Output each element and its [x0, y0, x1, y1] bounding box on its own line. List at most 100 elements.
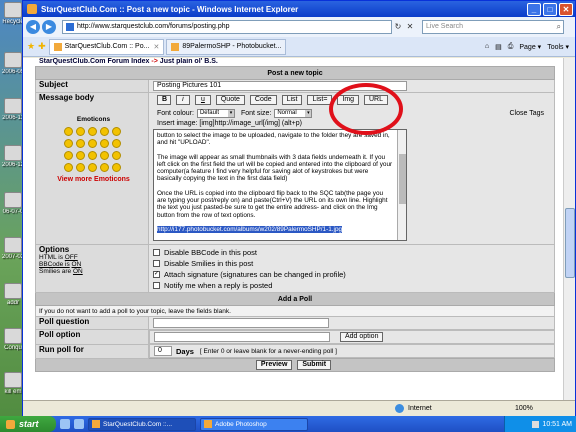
- home-icon[interactable]: ⌂: [485, 43, 489, 50]
- smiley-icon[interactable]: [87, 163, 97, 172]
- smiley-icon[interactable]: [63, 127, 73, 136]
- smiley-icon[interactable]: [111, 127, 121, 136]
- option-attach-signature[interactable]: ✓ Attach signature (signatures can be cha…: [153, 269, 550, 280]
- checkbox[interactable]: [153, 282, 160, 290]
- textarea-scrollbar[interactable]: [397, 130, 406, 240]
- code-button[interactable]: Code: [249, 95, 277, 105]
- smiley-icon[interactable]: [75, 151, 85, 160]
- html-status-value[interactable]: OFF: [65, 254, 78, 261]
- bold-button[interactable]: B: [157, 95, 171, 105]
- bbcode-status-value[interactable]: ON: [72, 261, 82, 268]
- photoshop-icon: [204, 420, 212, 428]
- emoticons-label: Emoticons: [76, 116, 111, 123]
- tab-photobucket[interactable]: 89PalermoSHP - Photobucket...: [166, 38, 287, 55]
- smiley-icon[interactable]: [111, 163, 121, 172]
- quicklaunch-desktop-icon[interactable]: [74, 419, 84, 429]
- list-button[interactable]: List: [281, 95, 303, 105]
- days-label: Days: [176, 346, 194, 356]
- close-tags-link[interactable]: Close Tags: [509, 110, 544, 117]
- font-colour-label: Font colour:: [157, 109, 194, 117]
- font-colour-select[interactable]: Default ▾: [196, 108, 235, 118]
- forward-button[interactable]: ▶: [42, 20, 56, 34]
- favorites-star-icon[interactable]: ★: [27, 41, 35, 52]
- smiley-icon[interactable]: [99, 163, 109, 172]
- smiley-icon[interactable]: [75, 163, 85, 172]
- print-icon[interactable]: ⎙: [508, 43, 514, 51]
- smiley-icon[interactable]: [99, 151, 109, 160]
- file-icon: [4, 372, 22, 388]
- message-paragraph: The image will appear as small thumbnail…: [157, 153, 393, 183]
- quicklaunch-ie-icon[interactable]: [60, 419, 70, 429]
- page-icon: [66, 23, 74, 31]
- taskbar-item-ie[interactable]: StarQuestClub.Com ::...: [88, 417, 196, 431]
- tools-menu[interactable]: Tools ▾: [547, 43, 569, 51]
- italic-button[interactable]: i: [175, 95, 190, 105]
- poll-question-input[interactable]: [153, 318, 329, 328]
- font-size-select[interactable]: Normal ▾: [274, 108, 313, 118]
- add-option-button[interactable]: Add option: [340, 332, 384, 342]
- search-input[interactable]: Live Search ⌕: [422, 20, 564, 34]
- smiley-icon[interactable]: [63, 151, 73, 160]
- page-scrollbar[interactable]: [563, 58, 575, 400]
- smiley-icon[interactable]: [87, 151, 97, 160]
- forum-page: StarQuestClub.Com Forum Index -> Just pl…: [35, 58, 555, 372]
- window-title: StarQuestClub.Com :: Post a new topic - …: [41, 4, 299, 14]
- option-disable-smilies[interactable]: Disable Smilies in this post: [153, 258, 550, 269]
- taskbar: start StarQuestClub.Com ::... Adobe Phot…: [0, 416, 576, 432]
- underline-button[interactable]: u: [194, 95, 211, 105]
- option-disable-bbcode[interactable]: Disable BBCode in this post: [153, 247, 550, 258]
- add-favorites-icon[interactable]: ✚: [38, 41, 46, 52]
- zoom-level[interactable]: 100%: [515, 405, 575, 412]
- page-menu[interactable]: Page ▾: [519, 43, 541, 51]
- clock[interactable]: 10:51 AM: [542, 421, 572, 428]
- maximize-button[interactable]: □: [543, 2, 557, 16]
- ie-icon: [92, 420, 100, 428]
- quote-button[interactable]: Quote: [215, 95, 245, 105]
- title-bar[interactable]: StarQuestClub.Com :: Post a new topic - …: [23, 1, 575, 17]
- breadcrumb-forum[interactable]: Just plain ol' B.S.: [160, 58, 218, 65]
- preview-button[interactable]: Preview: [255, 360, 293, 370]
- poll-length-input[interactable]: 0: [154, 346, 172, 356]
- network-icon[interactable]: [532, 420, 540, 428]
- smiley-icon[interactable]: [111, 139, 121, 148]
- tab-close-icon[interactable]: ✕: [153, 43, 159, 51]
- start-button[interactable]: start: [0, 416, 56, 432]
- breadcrumb-forum-index[interactable]: StarQuestClub.Com Forum Index: [39, 58, 149, 65]
- submit-button[interactable]: Submit: [297, 360, 332, 370]
- bbcode-link[interactable]: BBCode is: [39, 261, 70, 268]
- smiley-icon[interactable]: [63, 139, 73, 148]
- checkbox[interactable]: [153, 260, 160, 268]
- font-colour-value: Default: [199, 109, 219, 116]
- refresh-button[interactable]: ↻: [392, 20, 404, 34]
- smiley-icon[interactable]: [75, 127, 85, 136]
- smiley-icon[interactable]: [87, 139, 97, 148]
- minimize-button[interactable]: _: [527, 2, 541, 16]
- html-status: HTML is OFF: [39, 254, 78, 261]
- view-more-emoticons-link[interactable]: View more Emoticons: [39, 176, 148, 183]
- address-bar[interactable]: http://www.starquestclub.com/forums/post…: [62, 20, 392, 34]
- checkbox-checked[interactable]: ✓: [153, 271, 160, 279]
- smiley-icon[interactable]: [75, 139, 85, 148]
- feeds-icon[interactable]: ▤: [495, 43, 502, 51]
- checkbox[interactable]: [153, 249, 160, 257]
- run-poll-label: Run poll for: [35, 343, 149, 359]
- smiley-icon[interactable]: [99, 139, 109, 148]
- back-button[interactable]: ◀: [26, 20, 40, 34]
- stop-button[interactable]: ✕: [404, 20, 416, 34]
- smiley-icon[interactable]: [111, 151, 121, 160]
- smiley-icon[interactable]: [99, 127, 109, 136]
- tab-starquestclub[interactable]: StarQuestClub.Com :: Po... ✕: [48, 38, 165, 55]
- poll-option-input[interactable]: [154, 332, 330, 342]
- smilies-status-value[interactable]: ON: [73, 268, 83, 275]
- search-icon[interactable]: ⌕: [557, 21, 561, 33]
- option-notify-reply[interactable]: Notify me when a reply is posted: [153, 280, 550, 291]
- selected-url-text: http://i177.photobucket.com/albums/w202/…: [157, 225, 343, 233]
- taskbar-item-photoshop[interactable]: Adobe Photoshop: [200, 417, 308, 431]
- tab-row: ★ ✚ StarQuestClub.Com :: Po... ✕ 89Paler…: [23, 37, 575, 57]
- scrollbar-thumb[interactable]: [399, 154, 406, 204]
- smiley-icon[interactable]: [87, 127, 97, 136]
- message-textarea[interactable]: button to select the image to be uploade…: [153, 129, 407, 241]
- page-scrollbar-thumb[interactable]: [565, 208, 575, 278]
- smiley-icon[interactable]: [63, 163, 73, 172]
- close-button[interactable]: ✕: [559, 2, 573, 16]
